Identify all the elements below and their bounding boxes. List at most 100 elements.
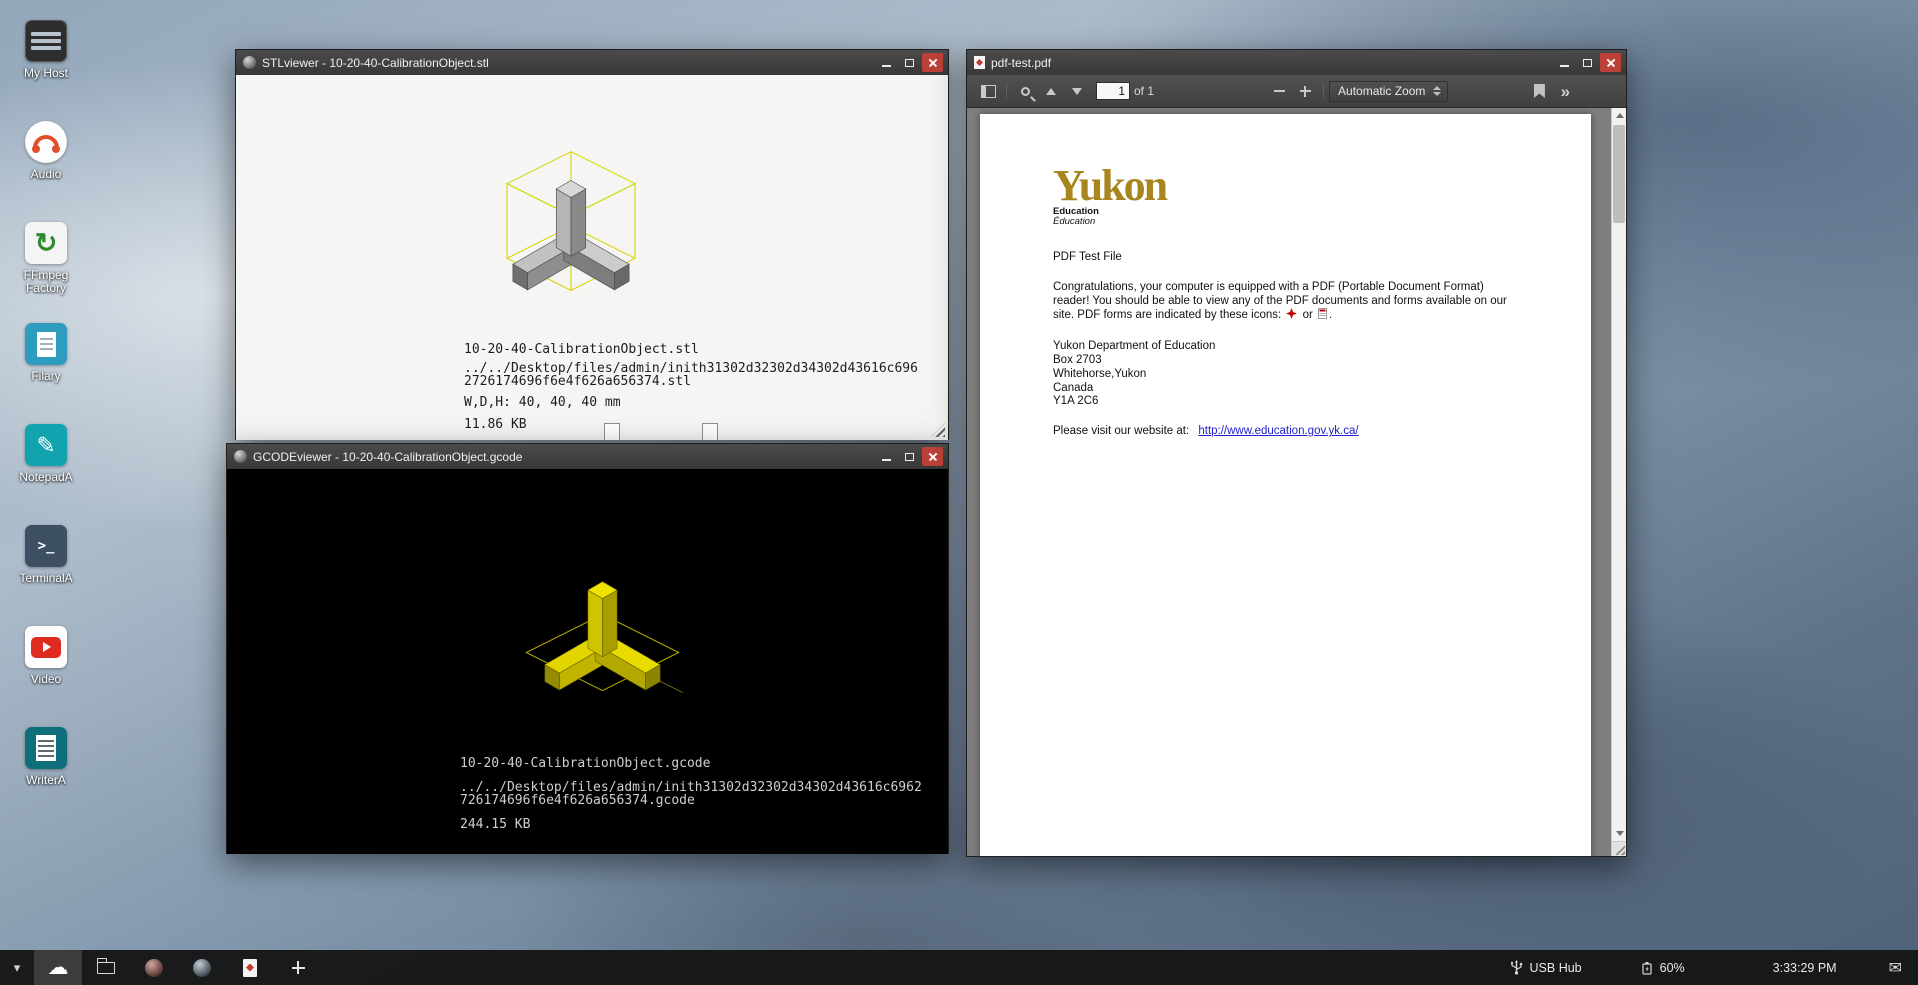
mail-icon[interactable]: ✉ [1889, 958, 1902, 978]
stl-file-strip: 10-20-40-Ca f6a40f40a [578, 423, 744, 440]
pencil-icon: ✎ [25, 424, 67, 466]
gcode-filesize: 244.15 KB [460, 818, 924, 831]
desktop-icon-label: TerminalA [19, 572, 72, 585]
minimize-button[interactable] [876, 447, 897, 466]
battery-status[interactable]: 60% [1640, 961, 1685, 975]
file-thumbnail[interactable]: f6a40f40a [676, 423, 744, 440]
gcode-filename: 10-20-40-CalibrationObject.gcode [460, 757, 924, 770]
resize-grip[interactable] [1611, 841, 1626, 856]
bookmark-button[interactable] [1526, 79, 1552, 104]
file-icon [604, 423, 620, 440]
minus-icon [1274, 90, 1285, 92]
address-line: Whitehorse,Yukon [1053, 368, 1513, 382]
taskbar-pdf-button[interactable] [226, 950, 274, 985]
taskbar-add-button[interactable] [274, 950, 322, 985]
terminal-prompt-icon: >_ [25, 525, 67, 567]
taskbar-cloud-button[interactable]: ☁ [34, 950, 82, 985]
usb-icon [1510, 960, 1523, 975]
zoom-dropdown[interactable]: Automatic Zoom [1329, 81, 1448, 102]
scrollbar-thumb[interactable] [1613, 125, 1625, 223]
desktop-icon-terminala[interactable]: >_ TerminalA [8, 525, 84, 626]
secondary-toolbar-button[interactable]: » [1552, 79, 1578, 104]
stl-viewport[interactable]: 10-20-40-CalibrationObject.stl ../../Des… [236, 75, 948, 440]
pdf-window-title: pdf-test.pdf [991, 56, 1548, 70]
file-thumbnail[interactable]: 10-20-40-Ca [578, 423, 646, 440]
pdf-viewer-window: pdf-test.pdf of 1 Automatic Zoom » Yukon [966, 49, 1627, 857]
stlviewer-titlebar[interactable]: STLviewer - 10-20-40-CalibrationObject.s… [236, 50, 948, 75]
gcodeviewer-window-title: GCODEviewer - 10-20-40-CalibrationObject… [253, 450, 870, 464]
website-link[interactable]: http://www.education.gov.yk.ca/ [1198, 425, 1358, 437]
gcodeviewer-window: GCODEviewer - 10-20-40-CalibrationObject… [226, 443, 949, 854]
stlviewer-window: STLviewer - 10-20-40-CalibrationObject.s… [235, 49, 949, 440]
zoom-out-button[interactable] [1266, 79, 1292, 104]
previous-page-button[interactable] [1038, 79, 1064, 104]
arrow-up-icon [1046, 88, 1056, 95]
folder-icon [97, 962, 115, 974]
desktop-icon-filary[interactable]: Filary [8, 323, 84, 424]
minimize-button[interactable] [1554, 53, 1575, 72]
close-button[interactable] [922, 447, 943, 466]
close-button[interactable] [922, 53, 943, 72]
taskbar-files-button[interactable] [82, 950, 130, 985]
taskbar-menu-button[interactable]: ▾ [0, 950, 34, 985]
acrobat-pdf-icon [1286, 308, 1297, 324]
resize-grip[interactable] [931, 423, 945, 437]
plus-icon [292, 961, 305, 974]
toolbar-divider [1323, 83, 1324, 99]
scroll-down-button[interactable] [1612, 826, 1626, 841]
scroll-up-button[interactable] [1612, 108, 1626, 123]
text-document-icon [25, 727, 67, 769]
stl-3d-render[interactable] [491, 141, 651, 301]
dropdown-caret-icon [1433, 86, 1441, 96]
toolbar-divider [1006, 83, 1007, 99]
desktop-icon-label: NotepadA [19, 471, 72, 484]
zoom-in-button[interactable] [1292, 79, 1318, 104]
power-icon [1640, 961, 1654, 975]
taskbar-gcodeviewer-button[interactable] [178, 950, 226, 985]
caret-down-icon: ▾ [14, 960, 21, 976]
document-icon [25, 323, 67, 365]
stl-dimensions: W,D,H: 40, 40, 40 mm [464, 396, 920, 409]
desktop-icon-video[interactable]: Video [8, 626, 84, 727]
gcode-3d-render[interactable] [520, 567, 685, 702]
desktop-icon-label: FFmpeg Factory [8, 269, 84, 295]
page-number-input[interactable] [1096, 82, 1130, 100]
battery-percent-label: 60% [1660, 961, 1685, 975]
desktop-icon-label: Filary [31, 370, 60, 383]
headphones-icon [25, 121, 67, 163]
website-line: Please visit our website at: http://www.… [1053, 425, 1513, 439]
pdf-content-area: Yukon Education Éducation PDF Test File … [967, 108, 1626, 856]
sidebar-toggle-button[interactable] [975, 79, 1001, 104]
desktop-icon-audio[interactable]: Audio [8, 121, 84, 222]
stl-filename: 10-20-40-CalibrationObject.stl [464, 343, 920, 356]
usb-hub-status[interactable]: USB Hub [1510, 960, 1582, 975]
maximize-button[interactable] [1577, 53, 1598, 72]
minimize-button[interactable] [876, 53, 897, 72]
gcodeviewer-app-icon [193, 959, 211, 977]
desktop-icon-ffmpeg-factory[interactable]: ↻ FFmpeg Factory [8, 222, 84, 323]
taskbar-stlviewer-button[interactable] [130, 950, 178, 985]
search-icon [1021, 87, 1030, 96]
chevrons-right-icon: » [1561, 83, 1570, 100]
gcodeviewer-titlebar[interactable]: GCODEviewer - 10-20-40-CalibrationObject… [227, 444, 948, 469]
desktop-icon-label: WriterA [26, 774, 66, 787]
desktop-icon-my-host[interactable]: My Host [8, 20, 84, 121]
maximize-button[interactable] [899, 53, 920, 72]
desktop-icon-column: My Host Audio ↻ FFmpeg Factory Filary ✎ … [8, 20, 84, 828]
desktop-icon-label: My Host [24, 67, 68, 80]
close-button[interactable] [1600, 53, 1621, 72]
desktop-icon-notepada[interactable]: ✎ NotepadA [8, 424, 84, 525]
scrollbar[interactable] [1611, 108, 1626, 841]
zoom-level-label: Automatic Zoom [1338, 84, 1425, 98]
maximize-button[interactable] [899, 447, 920, 466]
pdf-titlebar[interactable]: pdf-test.pdf [967, 50, 1626, 75]
next-page-button[interactable] [1064, 79, 1090, 104]
address-line: Yukon Department of Education [1053, 340, 1513, 354]
file-icon [702, 423, 718, 440]
desktop-icon-writera[interactable]: WriterA [8, 727, 84, 828]
address-line: Box 2703 [1053, 354, 1513, 368]
arrow-down-icon [1072, 88, 1082, 95]
gcode-viewport[interactable]: 10-20-40-CalibrationObject.gcode ../../D… [227, 469, 948, 854]
find-button[interactable] [1012, 79, 1038, 104]
stlviewer-app-icon [145, 959, 163, 977]
